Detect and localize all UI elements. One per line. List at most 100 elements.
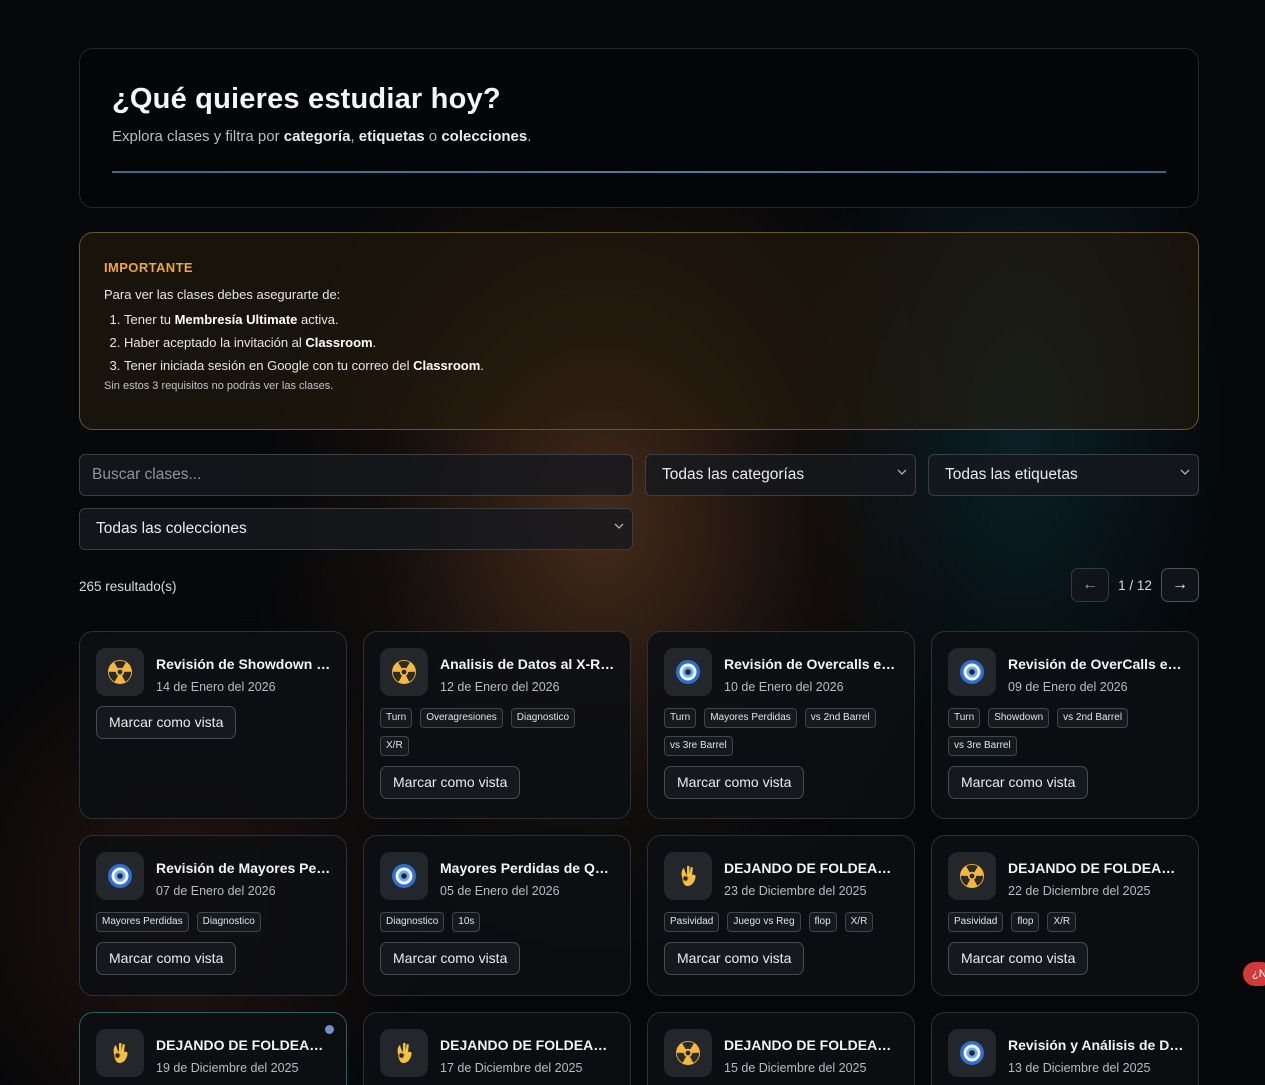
chevron-down-icon	[897, 467, 907, 477]
class-card[interactable]: Revisión de OverCalls en ... 09 de Enero …	[931, 631, 1199, 819]
next-page-button[interactable]: →	[1161, 568, 1199, 602]
card-header: DEJANDO DE FOLDEAR E... 17 de Diciembre d…	[380, 1029, 616, 1077]
mark-as-seen-button[interactable]: Marcar como vista	[948, 942, 1089, 975]
eye-icon	[96, 852, 144, 900]
class-card[interactable]: DEJANDO DE FOLDEAR E... 15 de Diciembre d…	[647, 1012, 915, 1085]
mark-as-seen-button[interactable]: Marcar como vista	[948, 766, 1089, 799]
radioactive-icon	[380, 648, 428, 696]
class-card[interactable]: Revisión y Análisis de Dat... 13 de Dicie…	[931, 1012, 1199, 1085]
tag-chip[interactable]: Turn	[380, 708, 413, 728]
card-title[interactable]: DEJANDO DE FOLDEAR E...	[440, 1037, 616, 1053]
mark-as-seen-button[interactable]: Marcar como vista	[664, 766, 805, 799]
mark-as-seen-button[interactable]: Marcar como vista	[96, 942, 237, 975]
tag-chip[interactable]: Mayores Perdidas	[704, 708, 797, 728]
tag-chip[interactable]: Pasividad	[948, 912, 1004, 932]
hero-divider	[112, 171, 1166, 173]
card-header: DEJANDO DE FOLDEAR E... 22 de Diciembre d…	[948, 852, 1184, 900]
card-title[interactable]: Revisión y Análisis de Dat...	[1008, 1037, 1184, 1053]
category-select[interactable]: Todas las categorías	[645, 454, 916, 496]
card-header: Revisión de Showdown e... 14 de Enero del…	[96, 648, 332, 696]
class-card[interactable]: Revisión de Overcalls en ... 10 de Enero …	[647, 631, 915, 819]
class-card[interactable]: DEJANDO DE FOLDEAR E... 19 de Diciembre d…	[79, 1012, 347, 1085]
class-card[interactable]: Mayores Perdidas de Qui... 05 de Enero de…	[363, 835, 631, 996]
tag-chip[interactable]: Turn	[664, 708, 697, 728]
tags-select[interactable]: Todas las etiquetas	[928, 454, 1199, 496]
tag-chip[interactable]: flop	[808, 912, 837, 932]
card-date: 05 de Enero del 2026	[440, 884, 560, 898]
tag-chip[interactable]: vs 2nd Barrel	[1057, 708, 1129, 728]
ok-hand-icon	[96, 1029, 144, 1077]
radioactive-icon	[664, 1029, 712, 1077]
card-tags: Diagnostico 10s	[380, 912, 614, 940]
eye-icon	[948, 648, 996, 696]
filters-bar: Buscar clases... Todas las categorías To…	[79, 454, 1199, 550]
requirements-list: Tener tu Membresía Ultimate activa. Habe…	[104, 312, 1174, 373]
tag-chip[interactable]: Turn	[948, 708, 981, 728]
results-bar: 265 resultado(s) ← 1 / 12 →	[79, 568, 1199, 608]
card-title[interactable]: DEJANDO DE FOLDEAR E...	[724, 860, 900, 876]
card-header: DEJANDO DE FOLDEAR E... 15 de Diciembre d…	[664, 1029, 900, 1077]
requirement-item: Tener iniciada sesión en Google con tu c…	[124, 358, 1174, 373]
tag-chip[interactable]: X/R	[380, 736, 409, 756]
class-card[interactable]: DEJANDO DE FOLDEAR E... 23 de Diciembre d…	[647, 835, 915, 996]
mark-as-seen-button[interactable]: Marcar como vista	[664, 942, 805, 975]
search-input[interactable]: Buscar clases...	[79, 454, 633, 496]
card-date: 13 de Diciembre del 2025	[1008, 1061, 1151, 1075]
mark-as-seen-button[interactable]: Marcar como vista	[380, 766, 521, 799]
tag-chip[interactable]: Diagnostico	[510, 708, 576, 728]
card-title[interactable]: Revisión de Overcalls en ...	[724, 656, 900, 672]
class-card[interactable]: DEJANDO DE FOLDEAR E... 22 de Diciembre d…	[931, 835, 1199, 996]
page-subtitle: Explora clases y filtra por categoría, e…	[112, 128, 532, 145]
pagination: ← 1 / 12 →	[1071, 568, 1199, 602]
prev-page-button[interactable]: ←	[1071, 568, 1109, 602]
tag-chip[interactable]: Juego vs Reg	[727, 912, 801, 932]
class-card[interactable]: Revisión de Mayores Per... 07 de Enero de…	[79, 835, 347, 996]
card-tags: Pasividad Juego vs Reg flop X/R	[664, 912, 898, 940]
card-header: Analisis de Datos al X-R e... 12 de Enero…	[380, 648, 616, 696]
notice-heading: IMPORTANTE	[104, 260, 193, 275]
card-title[interactable]: DEJANDO DE FOLDEAR E...	[724, 1037, 900, 1053]
card-tags: Turn Mayores Perdidas vs 2nd Barrel vs 3re …	[664, 708, 898, 764]
card-date: 10 de Enero del 2026	[724, 680, 844, 694]
tag-chip[interactable]: Overagresiones	[420, 708, 503, 728]
card-date: 19 de Diciembre del 2025	[156, 1061, 299, 1075]
radioactive-icon	[948, 852, 996, 900]
card-date: 15 de Diciembre del 2025	[724, 1061, 867, 1075]
class-card[interactable]: DEJANDO DE FOLDEAR E... 17 de Diciembre d…	[363, 1012, 631, 1085]
card-header: DEJANDO DE FOLDEAR E... 19 de Diciembre d…	[96, 1029, 332, 1077]
card-title[interactable]: Revisión de OverCalls en ...	[1008, 656, 1184, 672]
card-title[interactable]: DEJANDO DE FOLDEAR E...	[1008, 860, 1184, 876]
notice-intro: Para ver las clases debes asegurarte de:	[104, 287, 341, 302]
tag-chip[interactable]: Diagnostico	[380, 912, 445, 932]
card-title[interactable]: Mayores Perdidas de Qui...	[440, 860, 616, 876]
card-title[interactable]: DEJANDO DE FOLDEAR E...	[156, 1037, 332, 1053]
card-title[interactable]: Revisión de Showdown e...	[156, 656, 332, 672]
tag-chip[interactable]: Mayores Perdidas	[96, 912, 189, 932]
card-date: 09 de Enero del 2026	[1008, 680, 1128, 694]
tag-chip[interactable]: vs 3re Barrel	[948, 736, 1017, 756]
class-card[interactable]: Revisión de Showdown e... 14 de Enero del…	[79, 631, 347, 819]
mark-as-seen-button[interactable]: Marcar como vista	[96, 706, 237, 739]
ok-hand-icon	[380, 1029, 428, 1077]
tag-chip[interactable]: vs 2nd Barrel	[804, 708, 876, 728]
chevron-down-icon	[614, 521, 624, 531]
card-tags: Mayores Perdidas Diagnostico	[96, 912, 330, 940]
card-title[interactable]: Revisión de Mayores Per...	[156, 860, 332, 876]
tag-chip[interactable]: Diagnostico	[196, 912, 261, 932]
tag-chip[interactable]: flop	[1011, 912, 1040, 932]
tag-chip[interactable]: X/R	[844, 912, 874, 932]
collections-select[interactable]: Todas las colecciones	[79, 508, 633, 550]
class-card[interactable]: Analisis de Datos al X-R e... 12 de Enero…	[363, 631, 631, 819]
mark-as-seen-button[interactable]: Marcar como vista	[380, 942, 521, 975]
tag-chip[interactable]: vs 3re Barrel	[664, 736, 733, 756]
card-header: Revisión de Overcalls en ... 10 de Enero …	[664, 648, 900, 696]
tag-chip[interactable]: 10s	[452, 912, 481, 932]
tag-chip[interactable]: Showdown	[988, 708, 1050, 728]
tag-chip[interactable]: Pasividad	[664, 912, 720, 932]
subtitle-collections: colecciones	[441, 128, 528, 145]
requirement-item: Tener tu Membresía Ultimate activa.	[124, 312, 1174, 327]
notice-footnote: Sin estos 3 requisitos no podrás ver las…	[104, 380, 334, 392]
card-title[interactable]: Analisis de Datos al X-R e...	[440, 656, 616, 672]
tag-chip[interactable]: X/R	[1047, 912, 1077, 932]
edge-badge[interactable]: ¿N	[1243, 962, 1265, 986]
